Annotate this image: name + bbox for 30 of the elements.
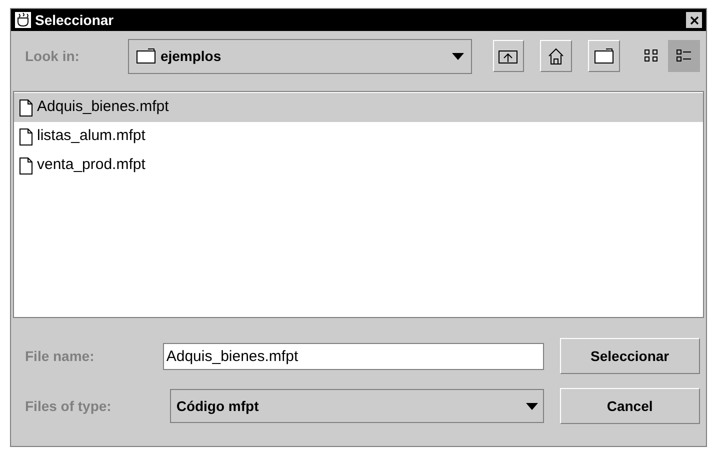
cancel-button[interactable]: Cancel — [560, 388, 700, 424]
select-button[interactable]: Seleccionar — [560, 338, 700, 374]
dropdown-caret-icon — [526, 402, 538, 410]
view-toggle[interactable] — [668, 40, 700, 72]
file-item[interactable]: venta_prod.mfpt — [14, 151, 703, 180]
file-name-field[interactable]: Adquis_bienes.mfpt — [163, 342, 544, 370]
close-icon — [690, 16, 698, 24]
dropdown-caret-icon — [452, 52, 464, 60]
file-item[interactable]: Adquis_bienes.mfpt — [14, 93, 703, 122]
look-in-dropdown[interactable]: ejemplos — [128, 38, 472, 74]
details-view-icon — [676, 49, 692, 63]
folder-up-icon — [498, 48, 518, 64]
file-icon — [19, 98, 33, 116]
app-icon — [15, 12, 31, 28]
folder-icon — [594, 48, 614, 64]
folder-icon — [136, 48, 156, 64]
file-icon — [19, 128, 33, 146]
close-button[interactable] — [686, 12, 702, 28]
list-view-icon — [644, 49, 660, 63]
home-button[interactable] — [540, 40, 572, 72]
up-folder-button[interactable] — [492, 40, 524, 72]
file-name-label: File name: — [24, 346, 96, 366]
file-type-dropdown[interactable]: Código mfpt — [170, 389, 544, 423]
file-icon — [19, 156, 33, 174]
file-item[interactable]: listas_alum.mfpt — [14, 122, 703, 151]
new-folder-button[interactable] — [588, 40, 620, 72]
look-in-label: Look in: — [24, 46, 80, 66]
home-icon — [547, 47, 566, 65]
file-type-label: Files of type: — [24, 396, 112, 416]
window-title: Seleccionar — [35, 10, 115, 30]
